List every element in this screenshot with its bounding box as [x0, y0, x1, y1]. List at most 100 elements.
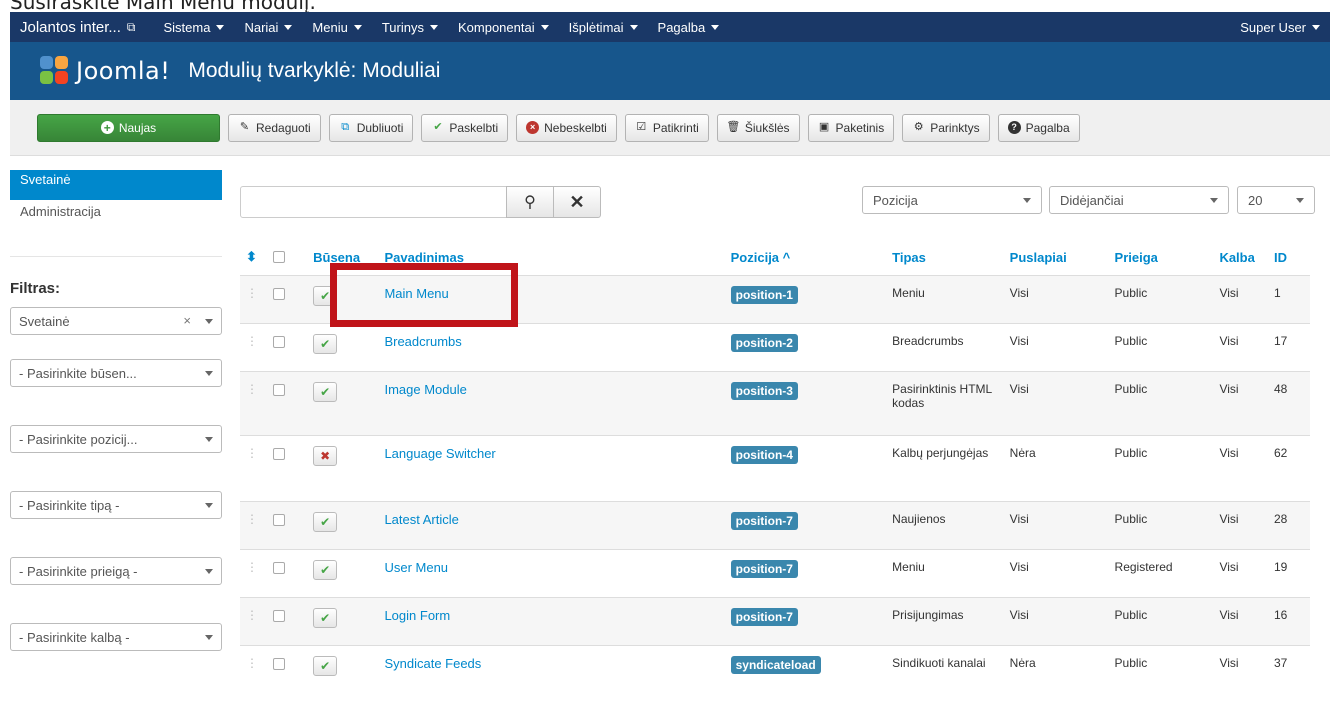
pages-header[interactable]: Puslapiai — [1003, 240, 1109, 276]
language-cell: Visi — [1213, 370, 1268, 435]
table-row: ⋮ ✖ Language Switcher position-4 Kalbų perju… — [240, 434, 1310, 501]
position-badge: position-4 — [730, 445, 798, 464]
drag-handle-icon[interactable]: ⋮ — [246, 382, 258, 396]
module-title-link[interactable]: Image Module — [384, 382, 466, 397]
clear-search-button[interactable]: ✕ — [553, 186, 601, 218]
menu-item-sistema[interactable]: Sistema — [153, 20, 234, 35]
row-checkbox[interactable] — [273, 383, 286, 396]
menu-item-turinys[interactable]: Turinys — [372, 20, 448, 35]
drag-handle-icon[interactable]: ⋮ — [246, 286, 258, 300]
type-filter-select[interactable]: - Pasirinkite tipą - — [10, 491, 222, 519]
drag-handle-cell[interactable]: ⋮ — [240, 500, 268, 549]
row-checkbox-cell — [267, 274, 308, 323]
drag-handle-icon[interactable]: ⋮ — [246, 512, 258, 526]
drag-handle-cell[interactable]: ⋮ — [240, 274, 268, 323]
drag-handle-icon[interactable]: ⋮ — [246, 560, 258, 574]
status-filter-select[interactable]: - Pasirinkite būsen... — [10, 359, 222, 387]
unpublished-toggle[interactable]: ✖ — [313, 445, 338, 466]
drag-handle-icon[interactable]: ⋮ — [246, 608, 258, 622]
check-all-header[interactable] — [267, 240, 308, 276]
menu-item-komponentai[interactable]: Komponentai — [448, 20, 559, 35]
position-filter-select[interactable]: - Pasirinkite pozicij... — [10, 425, 222, 453]
language-filter-select[interactable]: - Pasirinkite kalbą - — [10, 623, 222, 651]
drag-handle-cell[interactable]: ⋮ — [240, 370, 268, 435]
module-title-link[interactable]: Latest Article — [384, 512, 458, 527]
id-header[interactable]: ID — [1267, 240, 1310, 276]
drag-handle-icon[interactable]: ⋮ — [246, 446, 258, 460]
chevron-down-icon — [1296, 198, 1304, 203]
drag-handle-cell[interactable]: ⋮ — [240, 548, 268, 597]
menu-item-meniu[interactable]: Meniu — [302, 20, 371, 35]
duplicate-button[interactable]: ⧉ Dubliuoti — [328, 113, 414, 142]
search-button[interactable]: ⚲ — [506, 186, 554, 218]
ordering-header[interactable]: ⬍ — [240, 240, 268, 276]
close-icon: ✕ — [569, 191, 585, 212]
position-header[interactable]: Pozicija ^ — [724, 240, 887, 276]
module-title-link[interactable]: Login Form — [384, 608, 450, 623]
published-toggle[interactable]: ✔ — [313, 511, 338, 532]
row-checkbox[interactable] — [273, 287, 286, 300]
pages-cell: Visi — [1003, 500, 1109, 549]
published-toggle[interactable]: ✔ — [313, 381, 338, 402]
search-input[interactable] — [240, 186, 507, 218]
type-header[interactable]: Tipas — [886, 240, 1004, 276]
type-cell: Naujienos — [886, 500, 1004, 549]
pages-cell: Visi — [1003, 322, 1109, 371]
drag-handle-cell[interactable]: ⋮ — [240, 644, 268, 705]
status-cell: ✔ — [307, 370, 379, 435]
trash-button[interactable]: 🗑 Šiukšlės — [716, 113, 800, 142]
menu-item-pagalba[interactable]: Pagalba — [648, 20, 730, 35]
drag-handle-cell[interactable]: ⋮ — [240, 322, 268, 371]
menu-item-nariai[interactable]: Nariai — [234, 20, 302, 35]
pages-cell: Visi — [1003, 370, 1109, 435]
row-checkbox-cell — [267, 500, 308, 549]
site-link[interactable]: Jolantos inter... ⧉ — [10, 19, 153, 36]
published-toggle[interactable]: ✔ — [313, 607, 338, 628]
title-cell: Language Switcher — [378, 434, 725, 501]
row-checkbox[interactable] — [273, 335, 286, 348]
module-title-link[interactable]: Language Switcher — [384, 446, 495, 461]
sort-field-select[interactable]: Pozicija — [862, 186, 1042, 214]
list-limit-select[interactable]: 20 — [1237, 186, 1315, 214]
row-checkbox[interactable] — [273, 657, 286, 670]
check-in-button[interactable]: ☑ Patikrinti — [624, 113, 709, 142]
drag-handle-cell[interactable]: ⋮ — [240, 434, 268, 501]
publish-button[interactable]: ✔ Paskelbti — [421, 113, 509, 142]
main-menu: Sistema Nariai Meniu Turinys Komponentai… — [153, 20, 729, 35]
published-toggle[interactable]: ✔ — [313, 655, 338, 676]
sidebar-item-administracija[interactable]: Administracija — [10, 200, 222, 224]
user-menu[interactable]: Super User — [1240, 20, 1330, 35]
module-title-link[interactable]: User Menu — [384, 560, 448, 575]
title-cell: Image Module — [378, 370, 725, 435]
edit-button[interactable]: ✎ Redaguoti — [228, 113, 321, 142]
search-bar: ⚲ ✕ — [240, 186, 601, 218]
drag-handle-cell[interactable]: ⋮ — [240, 596, 268, 645]
access-header[interactable]: Prieiga — [1108, 240, 1214, 276]
new-button[interactable]: + Naujas — [37, 113, 220, 142]
client-filter-select[interactable]: Svetainė × — [10, 307, 222, 335]
sidebar-item-svetaine[interactable]: Svetainė — [10, 170, 222, 200]
check-all-checkbox[interactable] — [273, 250, 286, 263]
row-checkbox[interactable] — [273, 513, 286, 526]
row-checkbox[interactable] — [273, 447, 286, 460]
sort-direction-select[interactable]: Didėjančiai — [1049, 186, 1229, 214]
clear-icon[interactable]: × — [183, 313, 191, 328]
row-checkbox[interactable] — [273, 609, 286, 622]
row-checkbox[interactable] — [273, 561, 286, 574]
access-filter-select[interactable]: - Pasirinkite prieigą - — [10, 557, 222, 585]
help-button[interactable]: ? Pagalba — [997, 113, 1080, 142]
drag-handle-icon[interactable]: ⋮ — [246, 656, 258, 670]
batch-button[interactable]: ▣ Paketinis — [807, 113, 895, 142]
menu-item-isplетimai[interactable]: Išplėtimai — [559, 20, 648, 35]
published-toggle[interactable]: ✔ — [313, 333, 338, 354]
language-cell: Visi — [1213, 434, 1268, 501]
module-title-link[interactable]: Syndicate Feeds — [384, 656, 481, 671]
module-title-link[interactable]: Breadcrumbs — [384, 334, 461, 349]
joomla-logo-icon — [40, 56, 70, 86]
published-toggle[interactable]: ✔ — [313, 559, 338, 580]
options-button[interactable]: ⚙ Parinktys — [902, 113, 990, 142]
language-header[interactable]: Kalba — [1213, 240, 1268, 276]
drag-handle-icon[interactable]: ⋮ — [246, 334, 258, 348]
title-cell: User Menu — [378, 548, 725, 597]
unpublish-button[interactable]: × Nebeskelbti — [516, 113, 617, 142]
